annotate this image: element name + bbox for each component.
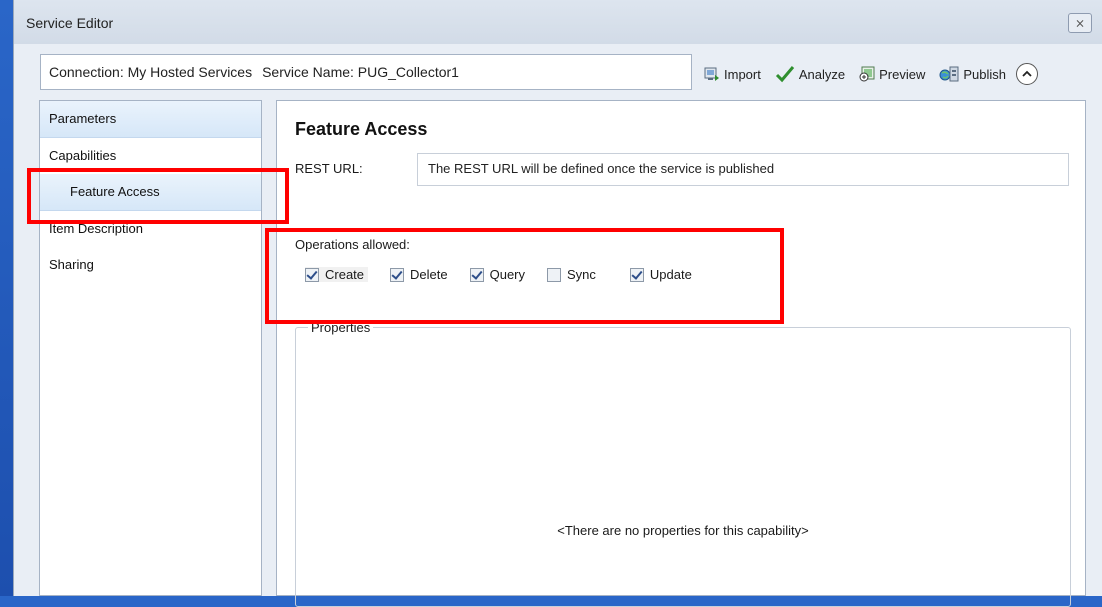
close-button[interactable]: ⨯ (1068, 13, 1092, 33)
title-bar: Service Editor ⨯ (14, 0, 1102, 44)
import-icon (704, 67, 719, 81)
highlight-feature-access (27, 168, 289, 224)
properties-empty-message: <There are no properties for this capabi… (557, 523, 809, 538)
import-label: Import (724, 66, 761, 82)
main-panel: Feature Access REST URL: The REST URL wi… (276, 100, 1086, 607)
toolbar: Import Analyze Preview Publish (704, 60, 1038, 88)
sidebar-item-sharing[interactable]: Sharing (40, 247, 261, 283)
chevron-up-icon (1022, 70, 1032, 77)
publish-icon (939, 66, 959, 82)
preview-icon (859, 66, 875, 82)
preview-button[interactable]: Preview (859, 66, 925, 82)
connection-text: Connection: My Hosted Services (49, 64, 253, 80)
publish-label: Publish (963, 66, 1006, 82)
properties-group: Properties <There are no properties for … (295, 320, 1071, 607)
checkmark-icon (775, 66, 794, 83)
preview-label: Preview (879, 66, 926, 82)
window-title: Service Editor (26, 15, 114, 31)
collapse-button[interactable] (1015, 63, 1038, 85)
page-title: Feature Access (295, 119, 428, 139)
connection-field[interactable]: Connection: My Hosted Services Service Na… (40, 54, 692, 90)
highlight-operations (265, 228, 784, 324)
analyze-label: Analyze (798, 66, 846, 82)
analyze-button[interactable]: Analyze (775, 65, 845, 83)
close-icon: ⨯ (1074, 16, 1086, 30)
rest-url-field[interactable]: The REST URL will be defined once the se… (417, 153, 1069, 186)
publish-button[interactable]: Publish (939, 66, 1006, 82)
rest-url-label: REST URL: (295, 161, 363, 176)
service-name-text: Service Name: PUG_Collector1 (262, 64, 459, 80)
import-button[interactable]: Import (704, 66, 761, 82)
sidebar-item-parameters[interactable]: Parameters (40, 101, 261, 138)
